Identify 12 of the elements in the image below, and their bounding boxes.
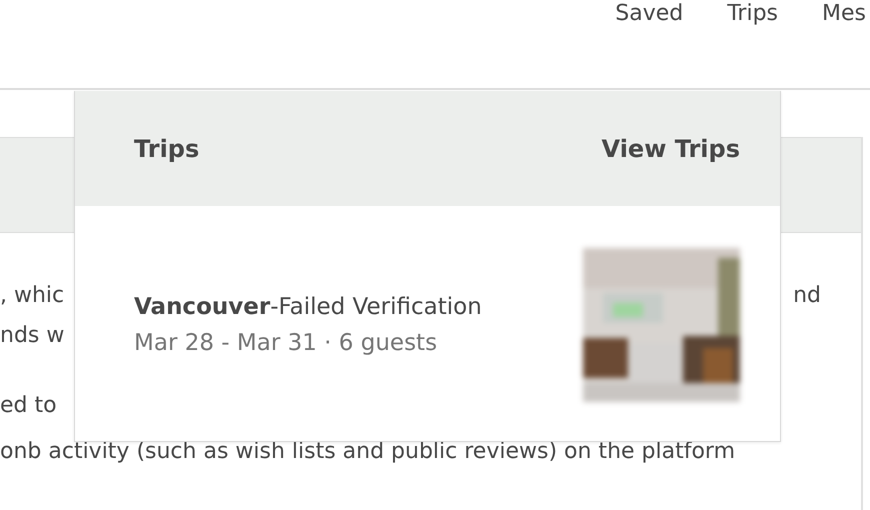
nav-link[interactable]: Mes: [822, 0, 866, 88]
menu-title: Trips: [134, 134, 200, 162]
trip-details: Mar 28 - Mar 31 · 6 guests: [134, 330, 438, 356]
body-text: nds w: [0, 322, 64, 350]
nav-link[interactable]: Trips: [727, 0, 778, 88]
trip-title[interactable]: Vancouver-Failed Verification: [134, 294, 482, 320]
body-text: , whic: [0, 282, 64, 310]
body-text: nd: [793, 282, 821, 310]
body-text: onb activity (such as wish lists and public reviews) on the platform: [0, 438, 736, 466]
nav-link[interactable]: Saved: [615, 0, 684, 88]
view-trips-link[interactable]: View Trips: [602, 134, 740, 162]
body-text: ed to: [0, 392, 57, 420]
